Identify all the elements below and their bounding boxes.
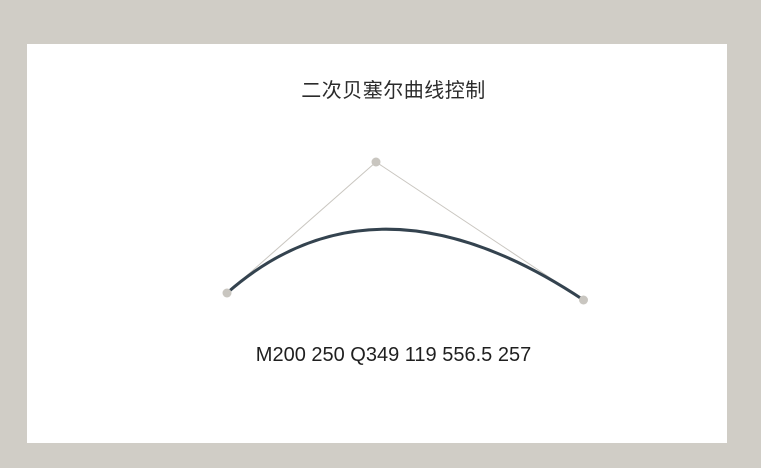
path-readout: M200 250 Q349 119 556.5 257 <box>255 344 532 366</box>
control-point-handle[interactable] <box>371 157 381 167</box>
start-point-handle[interactable] <box>222 288 232 298</box>
bezier-stage <box>222 157 588 305</box>
end-point-handle[interactable] <box>579 295 588 305</box>
canvas-card: 二次贝塞尔曲线控制 M200 250 Q349 119 556.5 257 <box>27 44 727 443</box>
